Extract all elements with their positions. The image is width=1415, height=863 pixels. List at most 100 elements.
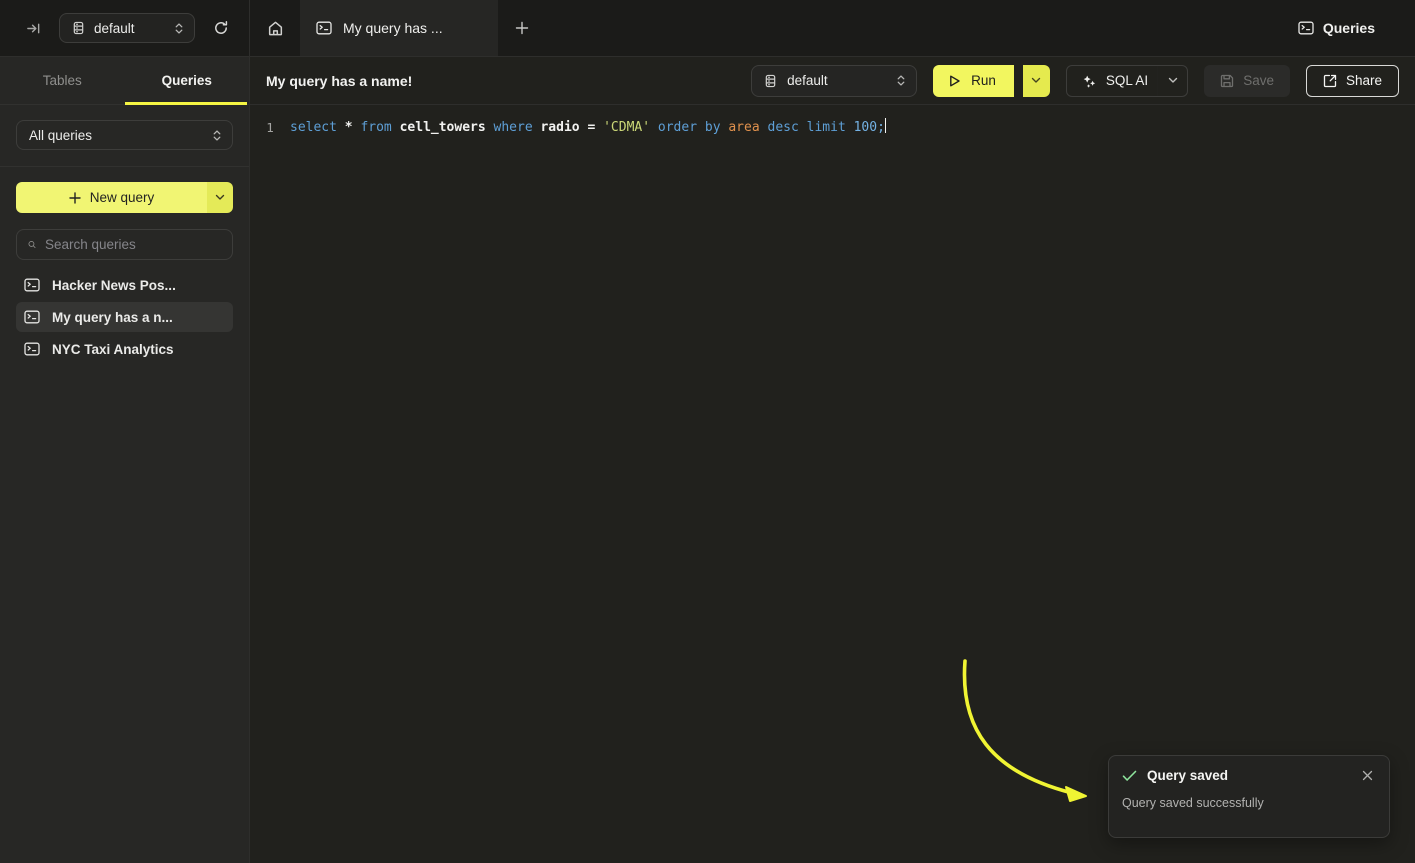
play-icon [948,74,961,88]
sql-token-op: * [345,120,353,135]
share-button[interactable]: Share [1306,65,1399,97]
editor-toolbar: default Run S [751,65,1399,97]
editor-database-selector[interactable]: default [751,65,917,97]
run-options-caret[interactable] [1023,65,1050,97]
close-icon[interactable] [1358,768,1377,783]
updown-chevrons-icon [896,74,906,87]
toast-query-saved: Query saved Query saved successfully [1108,755,1390,838]
tab-label: My query has ... [343,20,443,36]
chevron-down-icon [215,194,225,201]
query-terminal-icon [24,278,40,292]
sql-token-plain [486,120,494,135]
sql-token-plain [760,120,768,135]
collapse-sidebar-icon[interactable] [22,17,45,40]
saved-query-item-0[interactable]: Hacker News Pos... [16,270,233,300]
check-icon [1122,770,1137,782]
query-terminal-icon [24,342,40,356]
saved-query-label: My query has a n... [52,310,173,325]
sql-token-keyword: by [705,120,721,135]
queries-terminal-icon [1298,21,1314,35]
share-icon [1323,74,1337,88]
search-icon [28,238,36,251]
sidebar-tab-tables[interactable]: Tables [0,57,125,104]
database-selector-value: default [94,21,165,36]
queries-filter-value: All queries [29,128,92,143]
toast-title: Query saved [1147,768,1348,783]
sql-ai-label: SQL AI [1106,73,1148,88]
sql-token-plain [392,120,400,135]
sql-token-plain [337,120,345,135]
new-query-main[interactable]: New query [16,182,207,213]
editor-database-value: default [787,73,828,88]
sql-token-keyword: where [494,120,533,135]
saved-query-item-1[interactable]: My query has a n... [16,302,233,332]
sidebar-tabs: Tables Queries [0,57,249,105]
topbar: default My query has ... Queries [0,0,1415,57]
sql-token-keyword: limit [807,120,846,135]
new-tab-icon[interactable] [498,0,546,56]
save-button[interactable]: Save [1204,65,1290,97]
sidebar-tab-queries[interactable]: Queries [125,57,250,104]
save-icon [1220,74,1234,88]
queries-filter-select[interactable]: All queries [16,120,233,150]
chevron-down-icon [1031,77,1041,84]
sql-token-ident: radio [540,120,579,135]
saved-queries-list: Hacker News Pos... My query has a n... NYC… [0,266,249,368]
saved-query-item-2[interactable]: NYC Taxi Analytics [16,334,233,364]
topbar-left: default [0,0,250,56]
sql-token-number: 100 [854,120,877,135]
query-terminal-icon [316,21,332,35]
chevron-down-icon [1168,77,1178,84]
saved-query-label: Hacker News Pos... [52,278,176,293]
sql-token-ident: cell_towers [400,120,486,135]
tab-my-query[interactable]: My query has ... [300,0,498,56]
sql-token-plain [650,120,658,135]
new-query-caret[interactable] [207,182,233,213]
database-icon [72,21,85,35]
sql-token-string: 'CDMA' [603,120,650,135]
sql-token-plain [595,120,603,135]
run-button[interactable]: Run [933,65,1050,97]
editor-header: My query has a name! default [250,57,1415,105]
sparkles-icon [1081,73,1097,89]
refresh-icon[interactable] [209,16,233,40]
tabstrip: My query has ... [250,0,1298,56]
updown-chevrons-icon [174,22,184,35]
home-icon[interactable] [250,0,300,56]
query-terminal-icon [24,310,40,324]
sql-token-number: ; [877,120,885,135]
queries-badge-label: Queries [1323,20,1375,36]
sql-token-plain [846,120,854,135]
sql-token-field: area [728,120,759,135]
database-selector[interactable]: default [59,13,195,43]
save-label: Save [1243,73,1274,88]
sql-token-keyword: desc [768,120,799,135]
search-queries-box[interactable] [16,229,233,260]
sidebar: Tables Queries All queries New query [0,57,250,863]
share-label: Share [1346,73,1382,88]
sql-token-keyword: order [658,120,697,135]
saved-query-label: NYC Taxi Analytics [52,342,174,357]
run-button-main[interactable]: Run [933,65,1014,97]
text-cursor [885,118,887,133]
line-number: 1 [250,117,290,138]
code-content: select * from cell_towers where radio = … [290,117,886,138]
updown-chevrons-icon [212,129,222,142]
sql-ai-button[interactable]: SQL AI [1066,65,1188,97]
code-line-1[interactable]: 1 select * from cell_towers where radio … [250,117,1415,138]
topbar-queries-badge[interactable]: Queries [1298,0,1415,56]
search-queries-input[interactable] [45,237,222,252]
database-icon [764,74,777,88]
sql-ai-caret[interactable] [1157,66,1187,96]
sql-token-keyword: from [360,120,391,135]
query-title[interactable]: My query has a name! [266,73,751,89]
toast-message: Query saved successfully [1122,796,1377,810]
new-query-button[interactable]: New query [16,182,233,213]
plus-icon [69,192,81,204]
sql-token-plain [799,120,807,135]
sql-token-keyword: select [290,120,337,135]
sql-token-plain [697,120,705,135]
editor-pane: My query has a name! default [250,57,1415,863]
sql-editor[interactable]: 1 select * from cell_towers where radio … [250,105,1415,863]
new-query-label: New query [90,190,155,205]
